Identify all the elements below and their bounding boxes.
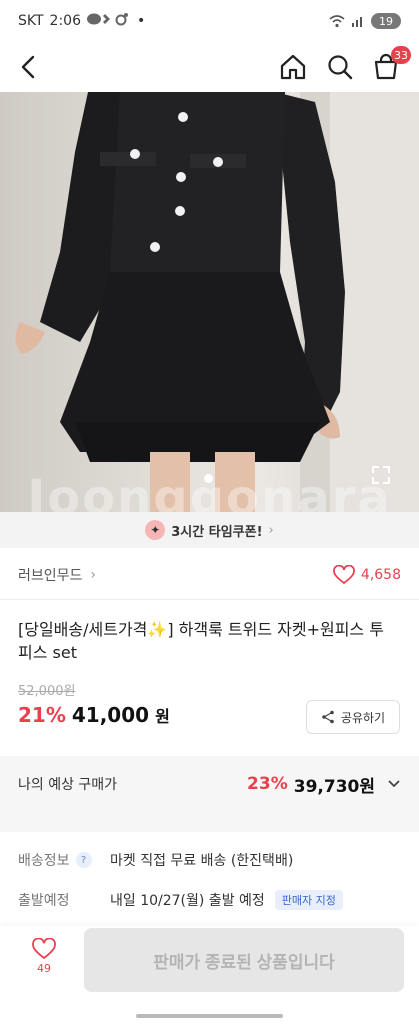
product-title: [당일배송/세트가격✨] 하객룩 트위드 자켓+원피스 투피스 set bbox=[18, 620, 384, 662]
expected-price-label: 나의 예상 구매가 bbox=[18, 777, 118, 793]
seller-designated-tag: 판매자 지정 bbox=[274, 890, 343, 910]
coupon-icon: ✦ bbox=[145, 520, 166, 540]
back-icon bbox=[21, 55, 35, 79]
product-image[interactable]: Joonggonara bbox=[0, 92, 419, 512]
carousel-dot[interactable] bbox=[204, 474, 213, 483]
help-icon[interactable]: ? bbox=[75, 852, 92, 868]
like-button[interactable]: 4,658 bbox=[333, 564, 401, 585]
wishlist-button[interactable]: 49 bbox=[24, 938, 64, 988]
dot-indicator-status: • bbox=[137, 13, 146, 29]
status-bar: SKT 2:06 • 19 bbox=[0, 0, 419, 42]
status-right: 19 bbox=[329, 13, 401, 29]
status-left: SKT 2:06 • bbox=[18, 12, 145, 30]
search-button[interactable] bbox=[323, 50, 357, 84]
original-price: 52,000원 bbox=[18, 684, 76, 699]
carrier-label: SKT bbox=[18, 13, 44, 29]
sale-price: 41,000 bbox=[71, 703, 150, 727]
bottom-action-bar: 49 판매가 종료된 상품입니다 bbox=[0, 926, 419, 1024]
signal-icon bbox=[352, 17, 362, 27]
expected-discount: 23% bbox=[247, 774, 288, 794]
shipping-info-row: 배송정보 ? 마켓 직접 무료 배송 (한진택배) bbox=[18, 850, 398, 870]
departure-info-row: 출발예정 내일 10/27(월) 출발 예정 판매자 지정 bbox=[18, 890, 398, 910]
shop-chevron-icon: › bbox=[90, 566, 97, 583]
expected-price: 39,730원 bbox=[293, 776, 375, 797]
back-button[interactable] bbox=[12, 50, 46, 84]
shipping-value: 마켓 직접 무료 배송 (한진택배) bbox=[110, 853, 294, 869]
discount-rate: 21% bbox=[18, 703, 66, 727]
clock: 2:06 bbox=[49, 13, 81, 29]
departure-value: 내일 10/27(월) 출발 예정 bbox=[110, 893, 265, 909]
chevron-down-icon bbox=[388, 780, 400, 788]
home-indicator[interactable] bbox=[136, 1014, 283, 1018]
price-row: 21% 41,000 원 bbox=[18, 703, 170, 727]
wishlist-count: 49 bbox=[37, 962, 51, 975]
shipping-label: 배송정보 bbox=[18, 853, 70, 869]
section-divider bbox=[0, 812, 419, 832]
share-label: 공유하기 bbox=[340, 710, 386, 725]
expected-price-values: 23% 39,730원 bbox=[247, 772, 401, 797]
notification-icons bbox=[87, 12, 131, 30]
departure-label: 출발예정 bbox=[18, 893, 70, 909]
expand-image-button[interactable] bbox=[370, 464, 396, 490]
shipping-label-group: 배송정보 ? bbox=[18, 850, 110, 870]
cart-button[interactable]: 33 bbox=[369, 46, 411, 84]
product-photo-illustration bbox=[15, 92, 419, 512]
purchase-button[interactable]: 판매가 종료된 상품입니다 bbox=[84, 928, 404, 992]
heart-icon bbox=[32, 938, 56, 960]
shop-name-link[interactable]: 러브인무드 bbox=[18, 565, 82, 585]
expand-icon bbox=[372, 466, 390, 484]
share-icon bbox=[322, 710, 334, 724]
heart-icon bbox=[333, 564, 355, 584]
coupon-label: 3시간 타임쿠폰! bbox=[171, 524, 263, 540]
messenger-icon bbox=[87, 13, 128, 26]
currency-label: 원 bbox=[155, 707, 170, 726]
home-button[interactable] bbox=[276, 50, 310, 84]
shop-row: 러브인무드 › 4,658 bbox=[0, 550, 419, 600]
cart-count-badge: 33 bbox=[391, 46, 411, 64]
top-nav: 33 bbox=[0, 42, 419, 92]
like-count: 4,658 bbox=[360, 566, 401, 583]
expected-price-row[interactable]: 나의 예상 구매가 23% 39,730원 bbox=[0, 756, 419, 812]
share-button[interactable]: 공유하기 bbox=[306, 700, 400, 734]
coupon-chevron-icon: › bbox=[268, 522, 274, 538]
time-coupon-banner[interactable]: ✦ 3시간 타임쿠폰! › bbox=[0, 512, 419, 548]
wifi-icon bbox=[329, 15, 345, 28]
home-icon bbox=[280, 54, 306, 80]
battery-indicator: 19 bbox=[371, 13, 401, 29]
battery-level: 19 bbox=[379, 14, 393, 28]
search-icon bbox=[328, 55, 353, 80]
